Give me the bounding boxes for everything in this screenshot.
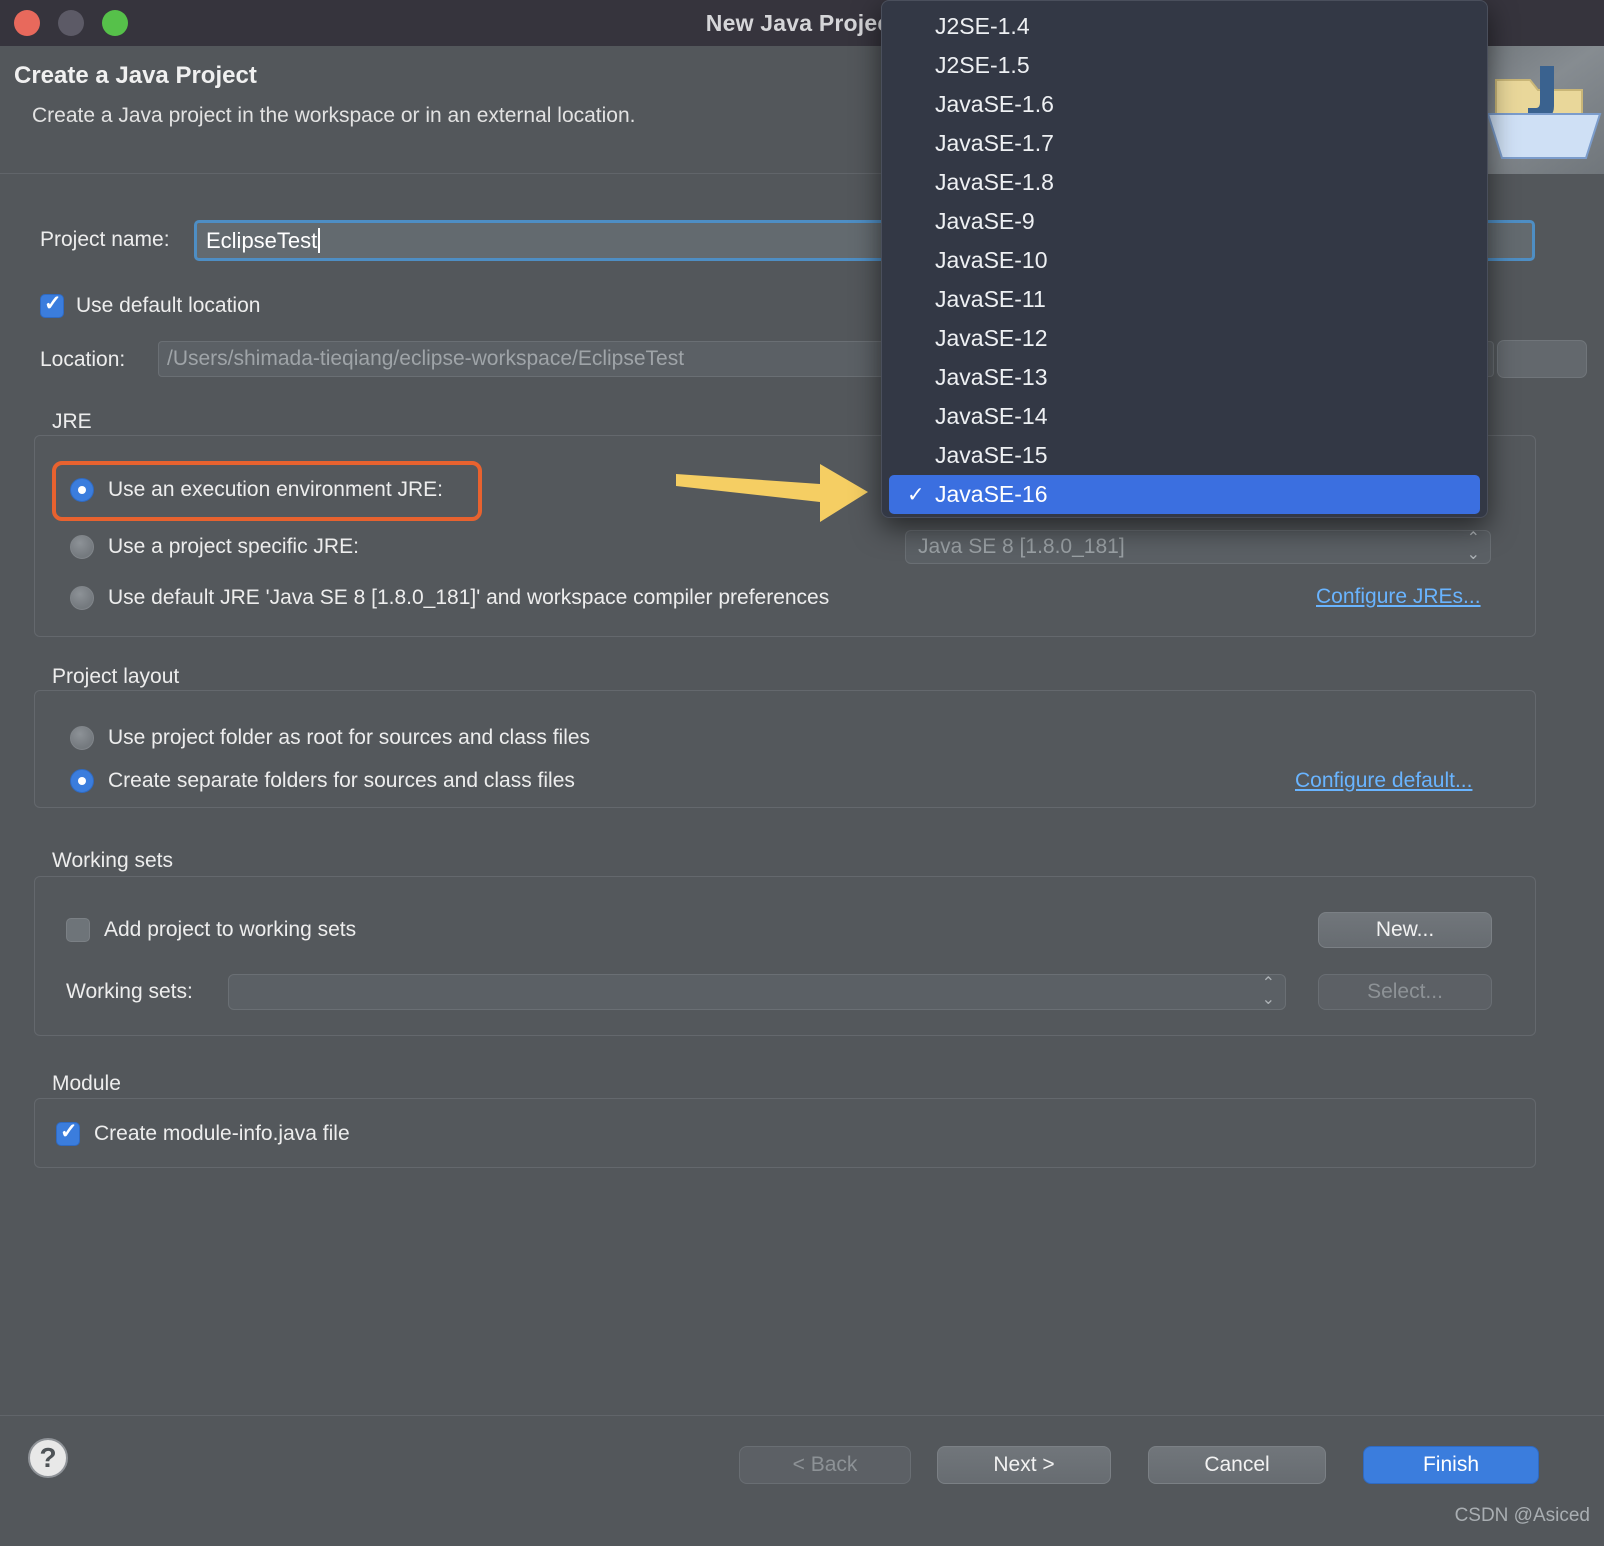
dropdown-item-label: JavaSE-14 <box>935 403 1048 430</box>
dropdown-item[interactable]: JavaSE-1.6 <box>889 85 1480 124</box>
use-default-location-label: Use default location <box>76 294 260 318</box>
jre-option-execution-environment-label: Use an execution environment JRE: <box>108 478 443 502</box>
finish-button-label: Finish <box>1423 1453 1479 1477</box>
dropdown-item[interactable]: JavaSE-9 <box>889 202 1480 241</box>
dropdown-item-label: JavaSE-13 <box>935 364 1048 391</box>
browse-button[interactable] <box>1497 340 1587 378</box>
cancel-button[interactable]: Cancel <box>1148 1446 1326 1484</box>
layout-radio-separate-folders[interactable] <box>70 769 94 793</box>
jre-radio-default[interactable] <box>70 586 94 610</box>
dropdown-item[interactable]: JavaSE-11 <box>889 280 1480 319</box>
watermark: CSDN @Asiced <box>1455 1505 1590 1527</box>
location-label: Location: <box>40 348 125 372</box>
text-caret <box>318 228 320 253</box>
dropdown-item[interactable]: JavaSE-10 <box>889 241 1480 280</box>
new-working-set-button[interactable]: New... <box>1318 912 1492 948</box>
layout-option-separate-folders[interactable]: Create separate folders for sources and … <box>70 769 575 793</box>
project-layout-group-label: Project layout <box>52 665 179 689</box>
dropdown-item-label: JavaSE-15 <box>935 442 1048 469</box>
layout-option-project-folder-label: Use project folder as root for sources a… <box>108 726 590 750</box>
jre-option-project-specific-label: Use a project specific JRE: <box>108 535 359 559</box>
new-java-project-dialog: New Java Project Create a Java Project C… <box>0 0 1604 1546</box>
select-working-set-button[interactable]: Select... <box>1318 974 1492 1010</box>
help-icon[interactable]: ? <box>28 1438 68 1478</box>
help-glyph: ? <box>39 1442 56 1474</box>
dropdown-item-selected[interactable]: ✓ JavaSE-16 <box>889 475 1480 514</box>
dropdown-item[interactable]: JavaSE-12 <box>889 319 1480 358</box>
dropdown-item-label: J2SE-1.5 <box>935 52 1030 79</box>
dropdown-item[interactable]: JavaSE-1.8 <box>889 163 1480 202</box>
dropdown-item-label: JavaSE-1.6 <box>935 91 1054 118</box>
create-module-info-row[interactable]: Create module-info.java file <box>56 1122 350 1146</box>
dropdown-item[interactable]: J2SE-1.5 <box>889 46 1480 85</box>
jre-group-label: JRE <box>52 410 92 434</box>
jre-radio-execution-environment[interactable] <box>70 478 94 502</box>
configure-jres-link[interactable]: Configure JREs... <box>1316 585 1481 609</box>
add-project-to-working-sets-row[interactable]: Add project to working sets <box>66 918 356 942</box>
dropdown-item-label: JavaSE-12 <box>935 325 1048 352</box>
dropdown-item[interactable]: JavaSE-14 <box>889 397 1480 436</box>
layout-option-separate-folders-label: Create separate folders for sources and … <box>108 769 575 793</box>
layout-option-project-folder[interactable]: Use project folder as root for sources a… <box>70 726 590 750</box>
working-sets-group-box <box>34 876 1536 1036</box>
dropdown-item-label: JavaSE-11 <box>935 286 1046 313</box>
maximize-window-button[interactable] <box>102 10 128 36</box>
dropdown-item-label: JavaSE-1.7 <box>935 130 1054 157</box>
project-name-value: EclipseTest <box>206 228 317 254</box>
back-button-label: < Back <box>793 1453 858 1477</box>
page-title: Create a Java Project <box>14 62 257 90</box>
chevron-updown-icon: ⌃⌄ <box>1262 976 1275 1008</box>
use-default-location-row[interactable]: Use default location <box>40 294 260 318</box>
jre-option-default[interactable]: Use default JRE 'Java SE 8 [1.8.0_181]' … <box>70 586 829 610</box>
dropdown-item[interactable]: J2SE-1.4 <box>889 7 1480 46</box>
back-button[interactable]: < Back <box>739 1446 911 1484</box>
location-value: /Users/shimada-tieqiang/eclipse-workspac… <box>167 347 684 371</box>
check-icon: ✓ <box>907 482 925 507</box>
jre-option-project-specific[interactable]: Use a project specific JRE: <box>70 535 359 559</box>
cancel-button-label: Cancel <box>1204 1453 1269 1477</box>
close-window-button[interactable] <box>14 10 40 36</box>
module-group-label: Module <box>52 1072 121 1096</box>
use-default-location-checkbox[interactable] <box>40 294 64 318</box>
dropdown-item-label: J2SE-1.4 <box>935 13 1030 40</box>
project-name-label: Project name: <box>40 228 170 252</box>
finish-button[interactable]: Finish <box>1363 1446 1539 1484</box>
working-sets-group-label: Working sets <box>52 849 173 873</box>
working-sets-field-label: Working sets: <box>66 980 193 1004</box>
jre-option-execution-environment[interactable]: Use an execution environment JRE: <box>70 478 443 502</box>
dropdown-item-label: JavaSE-16 <box>935 481 1048 508</box>
jre-option-default-label: Use default JRE 'Java SE 8 [1.8.0_181]' … <box>108 586 829 610</box>
layout-radio-project-folder[interactable] <box>70 726 94 750</box>
window-controls <box>14 10 128 36</box>
dropdown-item[interactable]: JavaSE-13 <box>889 358 1480 397</box>
execution-environment-dropdown[interactable]: J2SE-1.4 J2SE-1.5 JavaSE-1.6 JavaSE-1.7 … <box>881 0 1488 518</box>
dropdown-item[interactable]: JavaSE-15 <box>889 436 1480 475</box>
dropdown-item-label: JavaSE-9 <box>935 208 1035 235</box>
configure-default-link[interactable]: Configure default... <box>1295 769 1472 793</box>
chevron-updown-icon: ⌃⌄ <box>1467 531 1480 563</box>
minimize-window-button[interactable] <box>58 10 84 36</box>
create-module-info-label: Create module-info.java file <box>94 1122 350 1146</box>
working-sets-combo[interactable]: ⌃⌄ <box>228 974 1286 1010</box>
jre-specific-combo-value: Java SE 8 [1.8.0_181] <box>918 535 1125 559</box>
add-project-to-working-sets-label: Add project to working sets <box>104 918 356 942</box>
dropdown-item[interactable]: JavaSE-1.7 <box>889 124 1480 163</box>
create-module-info-checkbox[interactable] <box>56 1122 80 1146</box>
select-working-set-button-label: Select... <box>1367 980 1443 1004</box>
jre-radio-project-specific[interactable] <box>70 535 94 559</box>
dropdown-item-label: JavaSE-10 <box>935 247 1048 274</box>
new-working-set-button-label: New... <box>1376 918 1434 942</box>
dropdown-item-label: JavaSE-1.8 <box>935 169 1054 196</box>
next-button[interactable]: Next > <box>937 1446 1111 1484</box>
jre-specific-combo[interactable]: Java SE 8 [1.8.0_181] ⌃⌄ <box>905 530 1491 564</box>
next-button-label: Next > <box>993 1453 1054 1477</box>
add-project-to-working-sets-checkbox[interactable] <box>66 918 90 942</box>
page-subtitle: Create a Java project in the workspace o… <box>32 104 636 128</box>
